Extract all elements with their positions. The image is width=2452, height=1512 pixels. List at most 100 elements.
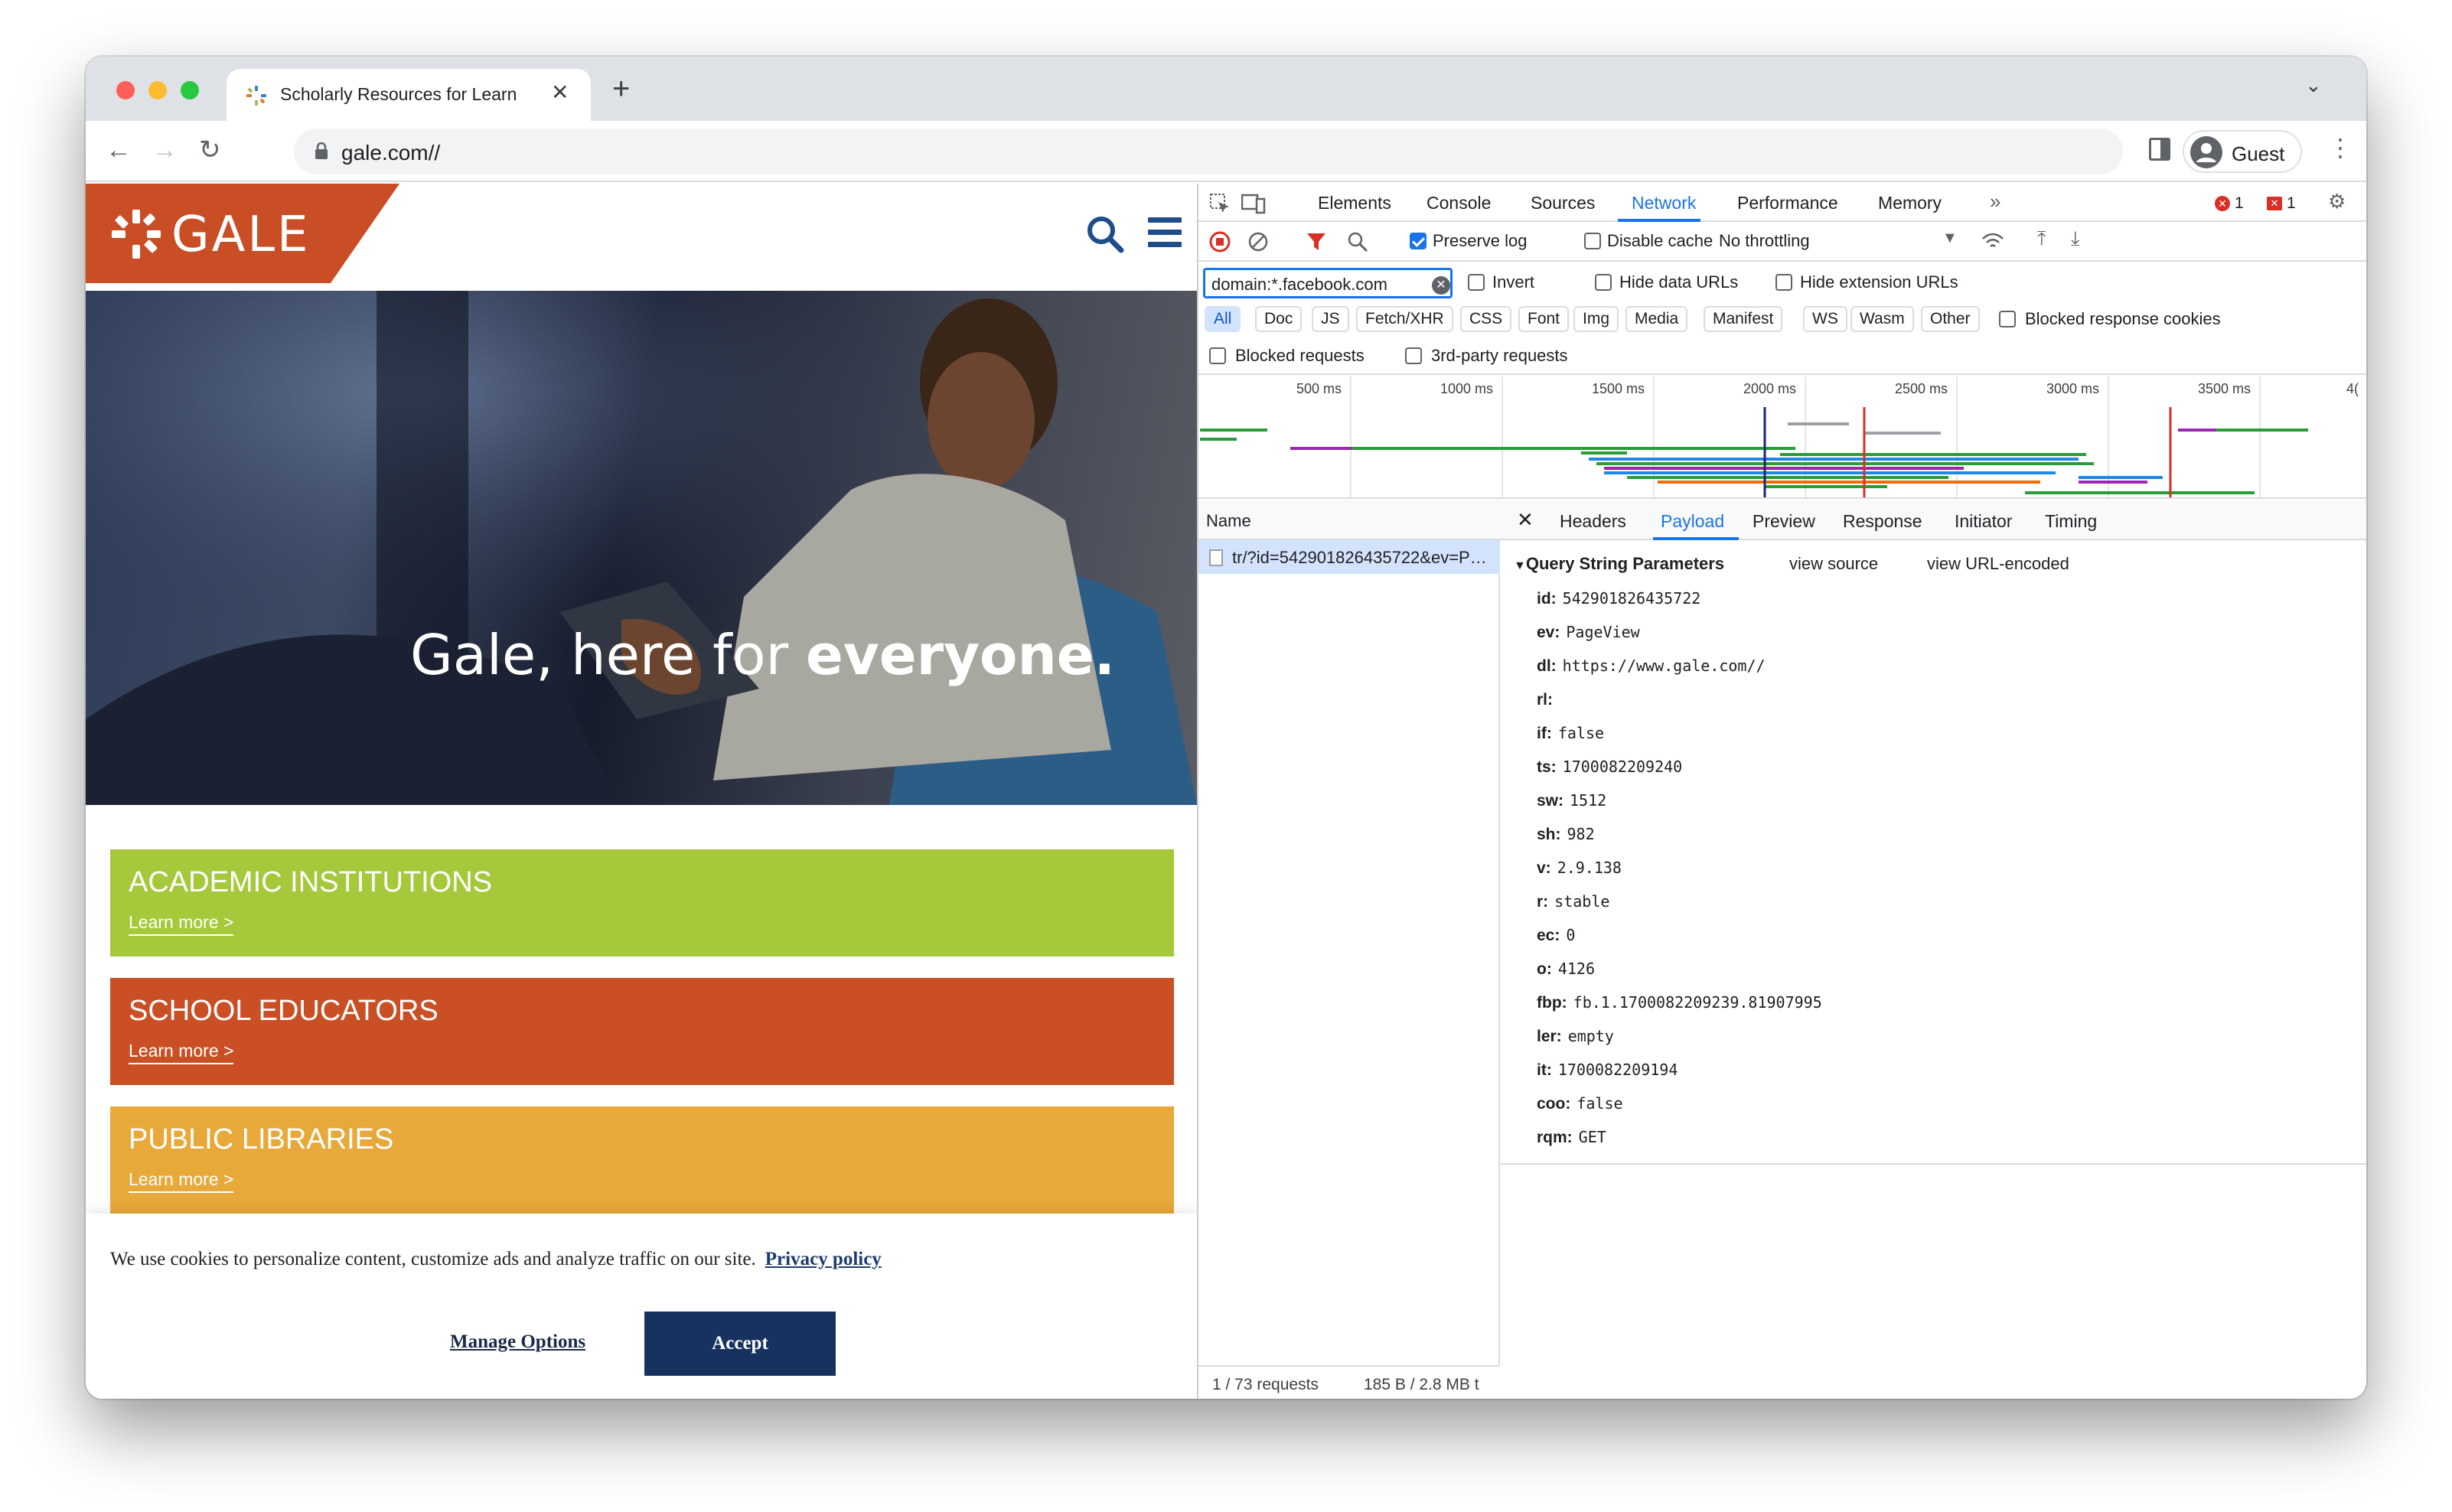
chip-font[interactable]: Font [1518, 306, 1570, 332]
chip-manifest[interactable]: Manifest [1704, 306, 1783, 332]
chip-all[interactable]: All [1205, 306, 1241, 332]
record-stop-icon[interactable] [1209, 231, 1231, 253]
param-key: o: [1537, 960, 1552, 978]
tab-preview[interactable]: Preview [1753, 511, 1815, 532]
tick-label: 3500 ms [2198, 381, 2251, 396]
section-divider [1500, 1163, 2366, 1165]
devtools-panel: Elements Console Sources Network Perform… [1197, 184, 2366, 1399]
chip-css[interactable]: CSS [1460, 306, 1512, 332]
param-row: if: false [1537, 724, 1604, 743]
chip-media[interactable]: Media [1625, 306, 1688, 332]
manage-options-link[interactable]: Manage Options [450, 1331, 585, 1353]
tab-response[interactable]: Response [1843, 511, 1922, 532]
tab-performance[interactable]: Performance [1737, 193, 1838, 213]
param-key: sw: [1537, 792, 1564, 810]
tab-search-chevron-icon[interactable]: ⌄ [2305, 73, 2322, 97]
throttling-select[interactable]: No throttling [1719, 231, 1810, 251]
param-value: fb.1.1700082209239.81907995 [1573, 993, 1822, 1012]
qsp-title: Query String Parameters [1525, 554, 1725, 573]
hide-extension-urls-label: Hide extension URLs [1800, 272, 1958, 292]
param-key: ev: [1537, 624, 1560, 641]
close-window-button[interactable] [116, 81, 135, 99]
network-conditions-icon[interactable] [1981, 230, 2005, 253]
accept-button[interactable]: Accept [644, 1312, 836, 1376]
reload-icon[interactable]: ↻ [199, 135, 221, 165]
tab-headers[interactable]: Headers [1560, 511, 1626, 532]
maximize-window-button[interactable] [181, 81, 199, 99]
side-panel-icon[interactable] [2149, 138, 2170, 161]
forward-arrow-icon[interactable]: → [152, 135, 178, 165]
tab-network[interactable]: Network [1632, 193, 1696, 213]
search-icon[interactable] [1347, 231, 1368, 253]
tab-initiator[interactable]: Initiator [1955, 511, 2012, 532]
param-row: id: 542901826435722 [1537, 589, 1700, 608]
close-detail-icon[interactable]: ✕ [1517, 508, 1534, 532]
chip-img[interactable]: Img [1573, 306, 1619, 332]
disable-cache-checkbox[interactable] [1584, 233, 1601, 249]
public-libraries-card[interactable]: PUBLIC LIBRARIES Learn more > [110, 1106, 1174, 1214]
inspect-element-icon[interactable] [1209, 193, 1231, 214]
invert-checkbox[interactable] [1468, 274, 1485, 291]
tab-console[interactable]: Console [1427, 193, 1491, 213]
school-educators-card[interactable]: SCHOOL EDUCATORS Learn more > [110, 978, 1174, 1085]
device-toolbar-icon[interactable] [1241, 193, 1266, 214]
search-icon[interactable] [1085, 214, 1125, 254]
view-source-link[interactable]: view source [1789, 554, 1878, 574]
tab-elements[interactable]: Elements [1318, 193, 1391, 213]
hide-extension-urls-checkbox[interactable] [1775, 274, 1792, 291]
tab-close-icon[interactable]: ✕ [551, 80, 569, 105]
academic-institutions-card[interactable]: ACADEMIC INSTITUTIONS Learn more > [110, 849, 1174, 956]
more-tabs-chevron-icon[interactable]: » [1990, 190, 2000, 213]
chip-fetch-xhr[interactable]: Fetch/XHR [1356, 306, 1453, 332]
third-party-requests-checkbox[interactable] [1405, 347, 1422, 364]
filter-funnel-icon[interactable] [1306, 231, 1327, 253]
hamburger-menu-icon[interactable] [1148, 217, 1182, 248]
new-tab-button[interactable]: + [612, 73, 630, 104]
network-status-bar: 1 / 73 requests 185 B / 2.8 MB t [1198, 1365, 1500, 1399]
chip-ws[interactable]: WS [1803, 306, 1847, 332]
clear-log-icon[interactable] [1247, 231, 1269, 253]
tab-memory[interactable]: Memory [1878, 193, 1942, 213]
privacy-policy-link[interactable]: Privacy policy [765, 1249, 882, 1269]
request-row[interactable]: tr/?id=542901826435722&ev=PageView [1198, 540, 1500, 574]
tab-payload[interactable]: Payload [1661, 511, 1724, 532]
errors-badge[interactable]: ✕ 1 [2215, 194, 2244, 213]
issues-badge[interactable]: ✕ 1 [2267, 194, 2296, 213]
query-string-section-header[interactable]: ▼Query String Parameters [1514, 554, 1724, 574]
learn-more-link[interactable]: Learn more > [129, 1169, 234, 1193]
browser-tab[interactable]: Scholarly Resources for Learn ✕ [227, 69, 591, 121]
filter-input[interactable]: domain:*.facebook.com ✕ [1203, 268, 1453, 298]
chip-js[interactable]: JS [1312, 306, 1349, 332]
settings-gear-icon[interactable]: ⚙ [2328, 190, 2346, 213]
tick-label: 2000 ms [1743, 381, 1797, 396]
import-har-icon[interactable]: ⤒ [2037, 226, 2046, 251]
minimize-window-button[interactable] [148, 81, 167, 99]
hide-data-urls-checkbox[interactable] [1595, 274, 1612, 291]
tab-timing[interactable]: Timing [2045, 511, 2097, 532]
blocked-requests-checkbox[interactable] [1209, 347, 1226, 364]
back-arrow-icon[interactable]: ← [106, 135, 132, 165]
param-key: rqm: [1537, 1129, 1573, 1146]
export-har-icon[interactable]: ⤓ [2071, 226, 2080, 251]
learn-more-link[interactable]: Learn more > [129, 912, 234, 936]
name-column-header[interactable]: Name [1198, 500, 1500, 540]
throttling-dropdown-icon[interactable]: ▼ [1942, 230, 1958, 247]
chip-doc[interactable]: Doc [1255, 306, 1303, 332]
site-logo[interactable]: GALE [86, 184, 399, 283]
profile-button[interactable]: Guest [2183, 130, 2302, 173]
preserve-log-checkbox[interactable] [1410, 233, 1427, 249]
clear-filter-icon[interactable]: ✕ [1432, 276, 1450, 295]
blocked-response-cookies-checkbox[interactable] [1999, 311, 2016, 327]
learn-more-link[interactable]: Learn more > [129, 1041, 234, 1064]
chip-other[interactable]: Other [1921, 306, 1980, 332]
browser-menu-icon[interactable]: ⋮ [2328, 133, 2353, 162]
address-bar[interactable]: gale.com// [294, 129, 2123, 174]
param-key: v: [1537, 859, 1551, 877]
browser-toolbar: ← → ↻ gale.com// Guest ⋮ [86, 121, 2366, 182]
blocked-requests-label: Blocked requests [1235, 346, 1365, 365]
chip-wasm[interactable]: Wasm [1850, 306, 1914, 332]
param-key: coo: [1537, 1095, 1571, 1113]
tab-sources[interactable]: Sources [1531, 193, 1595, 213]
view-url-encoded-link[interactable]: view URL-encoded [1927, 554, 2069, 574]
param-key: ec: [1537, 927, 1560, 944]
